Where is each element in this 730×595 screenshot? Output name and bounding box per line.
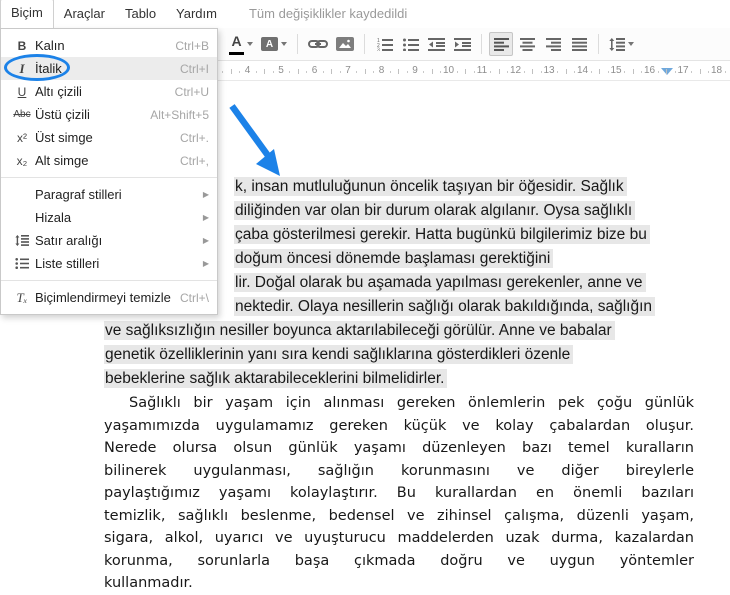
format-menu: B Kalın Ctrl+B I İtalik Ctrl+I U Altı çi…	[0, 28, 218, 315]
ruler-number: 7	[345, 65, 351, 76]
text-color-button[interactable]: A	[226, 32, 256, 56]
text-line: yaşamımızda uygulamamız gereken küçük ve…	[104, 417, 694, 434]
toolbar-separator	[364, 34, 365, 54]
ruler-number: 8	[378, 65, 385, 76]
menu-item-bold[interactable]: B Kalın Ctrl+B	[1, 34, 217, 57]
clear-formatting-icon: Tₓ	[16, 289, 28, 305]
bulleted-list-button[interactable]	[398, 32, 422, 56]
justify-icon	[571, 37, 587, 51]
align-center-icon	[519, 37, 535, 51]
menubar-item-bicim[interactable]: Biçim	[0, 0, 54, 28]
menu-item-list-styles[interactable]: Liste stilleri ▶	[1, 252, 217, 275]
menubar-item-tablo[interactable]: Tablo	[115, 0, 166, 28]
save-status: Tüm değişiklikler kaydedildi	[248, 6, 408, 21]
align-center-button[interactable]	[515, 32, 539, 56]
decrease-indent-icon	[427, 37, 445, 51]
line-spacing-button[interactable]	[606, 32, 637, 56]
increase-indent-button[interactable]	[450, 32, 474, 56]
text-line: korunma, sorunlarla başa çıkmada doğru v…	[104, 552, 694, 569]
highlight-color-button[interactable]: A	[258, 32, 290, 56]
menu-item-paragraph-styles[interactable]: Paragraf stilleri ▶	[1, 183, 217, 206]
text-line: ve sağlıksızlığın nesiller boyunca aktar…	[104, 319, 694, 343]
chevron-down-icon	[247, 42, 253, 46]
ruler-number: 15	[610, 65, 622, 76]
chevron-down-icon	[281, 42, 287, 46]
increase-indent-icon	[453, 37, 471, 51]
strikethrough-icon: Abc	[13, 109, 31, 120]
toolbar-separator	[481, 34, 482, 54]
toolbar-separator	[297, 34, 298, 54]
menu-item-strikethrough[interactable]: Abc Üstü çizili Alt+Shift+5	[1, 103, 217, 126]
align-left-icon	[493, 37, 509, 51]
text-line: temizlik, sağlıklı beslenme, bedensel ve…	[104, 507, 694, 524]
menu-item-subscript[interactable]: x₂ Alt simge Ctrl+,	[1, 149, 217, 172]
text-line: bebeklerine sağlık aktarabileceklerini b…	[104, 367, 694, 391]
align-left-button[interactable]	[489, 32, 513, 56]
submenu-arrow-icon: ▶	[202, 213, 209, 222]
text-color-icon: A	[229, 33, 244, 55]
ruler-number: 9	[412, 65, 418, 76]
menu-item-line-spacing[interactable]: Satır aralığı ▶	[1, 229, 217, 252]
italic-icon: I	[19, 60, 25, 76]
menubar-item-araclar[interactable]: Araçlar	[54, 0, 115, 28]
menubar-item-yardim[interactable]: Yardım	[166, 0, 227, 28]
text-line: bilinerek uygulanması, sağlığın korunmas…	[104, 462, 694, 479]
highlight-color-icon: A	[261, 37, 278, 51]
menu-item-italic[interactable]: I İtalik Ctrl+I	[1, 57, 217, 80]
align-right-button[interactable]	[541, 32, 565, 56]
numbered-list-button[interactable]: 123	[372, 32, 396, 56]
list-styles-icon	[9, 258, 35, 269]
ruler-number: 4	[244, 65, 251, 76]
toolbar-separator	[598, 34, 599, 54]
justify-button[interactable]	[567, 32, 591, 56]
text-line: Sağlıklı bir yaşam için alınması gereken…	[129, 395, 694, 411]
paragraph-justified: Sağlıklı bir yaşam için alınması gereken…	[104, 392, 694, 595]
text-line: kullanmadır.	[104, 575, 193, 591]
menu-item-clear-formatting[interactable]: Tₓ Biçimlendirmeyi temizle Ctrl+\	[1, 286, 217, 309]
submenu-arrow-icon: ▶	[202, 190, 209, 199]
text-line: sigara, alkol, uyarıcı ve uyuşturucu mad…	[104, 530, 694, 546]
numbered-list-icon: 123	[377, 38, 393, 51]
line-spacing-icon	[609, 37, 625, 51]
ruler-number: 14	[576, 65, 589, 76]
ruler-number: 13	[543, 65, 555, 76]
ruler-number: 12	[509, 65, 522, 76]
insert-image-button[interactable]	[333, 32, 357, 56]
superscript-icon: x²	[17, 130, 27, 145]
image-icon	[336, 37, 354, 51]
ruler-number: 10	[442, 65, 455, 76]
ruler-number: 16	[643, 65, 656, 76]
text-line: genetik özelliklerinin yanı sıra kendi s…	[104, 343, 694, 367]
ruler-number: 18	[710, 65, 723, 76]
chevron-down-icon	[628, 42, 634, 46]
ruler-number: 6	[311, 65, 318, 76]
menu-item-underline[interactable]: U Altı çizili Ctrl+U	[1, 80, 217, 103]
menu-bar: Biçim Araçlar Tablo Yardım Tüm değişikli…	[0, 0, 730, 28]
menu-item-superscript[interactable]: x² Üst simge Ctrl+.	[1, 126, 217, 149]
menu-separator	[1, 177, 217, 178]
text-line: paylaştığımız yaşamı kolaylaştırır. Bu k…	[104, 485, 694, 501]
ruler-number: 17	[677, 65, 689, 76]
submenu-arrow-icon: ▶	[202, 259, 209, 268]
subscript-icon: x₂	[16, 153, 28, 168]
insert-link-button[interactable]	[305, 32, 331, 56]
decrease-indent-button[interactable]	[424, 32, 448, 56]
link-icon	[308, 40, 328, 48]
menu-item-align[interactable]: Hizala ▶	[1, 206, 217, 229]
underline-icon: U	[17, 84, 27, 99]
bold-icon: B	[17, 38, 27, 53]
align-right-icon	[545, 37, 561, 51]
menu-separator	[1, 280, 217, 281]
ruler-number: 5	[278, 65, 284, 76]
svg-text:3: 3	[377, 47, 380, 51]
ruler-number: 11	[476, 65, 488, 76]
text-line: Nerede olursa olsun günlük yaşamı düzenl…	[104, 440, 694, 456]
bulleted-list-icon	[402, 38, 419, 51]
submenu-arrow-icon: ▶	[202, 236, 209, 245]
line-spacing-icon	[9, 235, 35, 246]
